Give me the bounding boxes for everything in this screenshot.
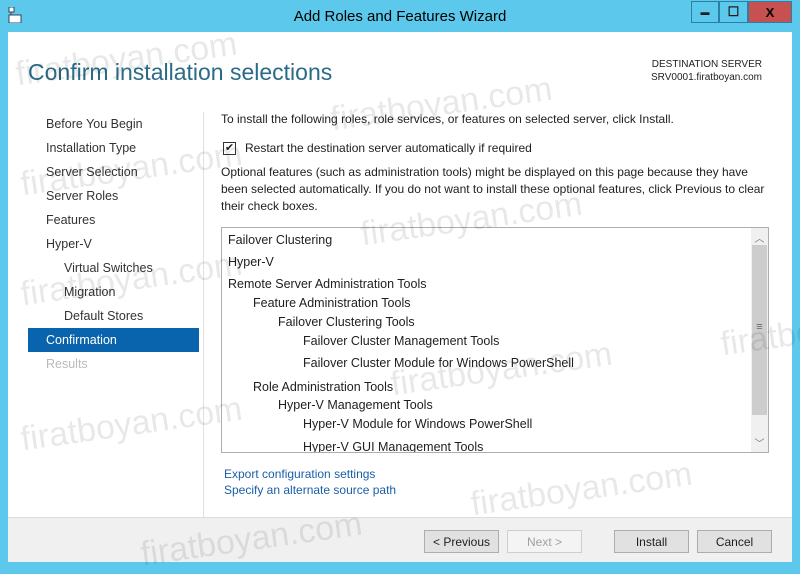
maximize-icon: ☐: [727, 4, 740, 19]
scroll-down-icon[interactable]: ﹀: [751, 435, 768, 450]
alternate-source-link[interactable]: Specify an alternate source path: [224, 483, 396, 497]
title-bar: Add Roles and Features Wizard ▬ ☐ X: [0, 0, 800, 32]
footer: < Previous Next > Install Cancel: [8, 517, 792, 562]
wizard-nav: Before You Begin Installation Type Server …: [28, 112, 199, 376]
nav-item[interactable]: Hyper-V: [28, 232, 199, 256]
nav-item[interactable]: Installation Type: [28, 136, 199, 160]
feature-item: Hyper-V Module for Windows PowerShell: [303, 417, 533, 431]
close-button[interactable]: X: [748, 1, 792, 23]
features-list[interactable]: ︿ ≡ ﹀ Failover Clustering Hyper-V Remote S…: [221, 227, 769, 453]
nav-item[interactable]: Server Selection: [28, 160, 199, 184]
next-button[interactable]: Next >: [507, 530, 582, 553]
window-title: Add Roles and Features Wizard: [293, 8, 507, 25]
feature-item: Remote Server Administration Tools: [228, 277, 427, 291]
nav-item[interactable]: Before You Begin: [28, 112, 199, 136]
scroll-up-icon[interactable]: ︿: [751, 230, 768, 245]
page-title: Confirm installation selections: [28, 59, 333, 85]
feature-item: Hyper-V Management Tools: [278, 398, 433, 412]
scrollbar-thumb[interactable]: ≡: [752, 245, 767, 415]
destination-server: DESTINATION SERVER SRV0001.firatboyan.co…: [651, 58, 762, 84]
nav-item[interactable]: Confirmation: [28, 328, 199, 352]
feature-item: Hyper-V: [228, 255, 274, 269]
feature-item: Hyper-V GUI Management Tools: [303, 440, 484, 453]
previous-button[interactable]: < Previous: [424, 530, 499, 553]
close-icon: X: [765, 4, 775, 20]
maximize-button[interactable]: ☐: [719, 1, 748, 23]
intro-text: To install the following roles, role ser…: [221, 112, 674, 126]
restart-checkbox[interactable]: ✔ Restart the destination server automat…: [223, 141, 532, 155]
checkbox-check-icon[interactable]: ✔: [223, 141, 236, 155]
nav-item[interactable]: Migration: [28, 280, 199, 304]
destination-label: DESTINATION SERVER: [651, 59, 762, 70]
nav-item[interactable]: Results: [28, 352, 199, 376]
minimize-button[interactable]: ▬: [691, 1, 719, 23]
feature-item: Feature Administration Tools: [253, 296, 411, 310]
cancel-button[interactable]: Cancel: [697, 530, 772, 553]
optional-features-note: Optional features (such as administratio…: [221, 165, 765, 213]
wizard-window: Confirm installation selections DESTINAT…: [8, 32, 792, 562]
divider: [203, 112, 204, 517]
feature-item: Role Administration Tools: [253, 380, 394, 394]
feature-item: Failover Cluster Management Tools: [303, 334, 500, 348]
feature-item: Failover Clustering Tools: [278, 315, 415, 329]
nav-item[interactable]: Default Stores: [28, 304, 199, 328]
nav-item[interactable]: Virtual Switches: [28, 256, 199, 280]
nav-item[interactable]: Features: [28, 208, 199, 232]
export-config-link[interactable]: Export configuration settings: [224, 467, 375, 481]
minimize-icon: ▬: [700, 7, 710, 17]
scrollbar[interactable]: ︿ ≡ ﹀: [751, 228, 768, 452]
destination-server-name: SRV0001.firatboyan.com: [651, 72, 762, 83]
restart-checkbox-label: Restart the destination server automatic…: [245, 141, 532, 155]
feature-item: Failover Cluster Module for Windows Powe…: [303, 356, 574, 370]
nav-item[interactable]: Server Roles: [28, 184, 199, 208]
install-button[interactable]: Install: [614, 530, 689, 553]
feature-item: Failover Clustering: [228, 233, 333, 247]
